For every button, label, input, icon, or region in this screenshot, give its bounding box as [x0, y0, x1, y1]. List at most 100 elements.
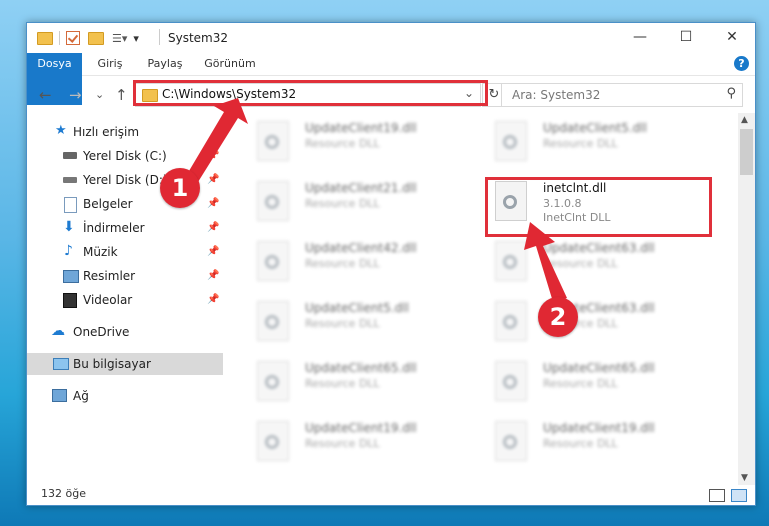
list-item[interactable]: UpdateClient42.dll Resource DLL [247, 237, 477, 289]
list-item[interactable]: UpdateClient65.dll Resource DLL [247, 357, 477, 409]
sidebar-item-label: Müzik [83, 245, 118, 259]
cloud-icon: ☁ [51, 323, 65, 339]
list-item[interactable]: UpdateClient5.dll Resource DLL [485, 117, 715, 169]
back-button[interactable]: ← [39, 86, 52, 104]
step-badge-1: 1 [160, 168, 200, 208]
sidebar-item-music[interactable]: ♪ Müzik 📌 [27, 241, 223, 263]
list-item[interactable]: UpdateClient63.dll Resource DLL [485, 297, 715, 349]
file-name: UpdateClient5.dll [305, 301, 409, 315]
divider [59, 31, 60, 45]
search-input[interactable]: Ara: System32 [512, 88, 600, 102]
pin-icon[interactable]: 📌 [207, 193, 219, 215]
file-name: UpdateClient65.dll [543, 361, 655, 375]
file-type: Resource DLL [305, 437, 380, 450]
sidebar-item-label: Videolar [83, 293, 133, 307]
sidebar-item-label: Yerel Disk (D:) [83, 173, 168, 187]
dll-file-icon [257, 421, 289, 461]
list-item[interactable]: UpdateClient65.dll Resource DLL [485, 357, 715, 409]
document-icon [64, 197, 77, 213]
search-icon[interactable]: ⚲ [726, 86, 736, 101]
pin-icon[interactable]: 📌 [207, 241, 219, 263]
file-type: Resource DLL [543, 437, 618, 450]
download-icon: ⬇ [63, 219, 75, 235]
dll-file-icon [257, 181, 289, 221]
list-item[interactable]: UpdateClient21.dll Resource DLL [247, 177, 477, 229]
vertical-scrollbar[interactable]: ▲ ▼ [738, 113, 755, 485]
file-name: UpdateClient63.dll [543, 241, 655, 255]
drive-icon [63, 177, 77, 183]
sidebar-item-label: Belgeler [83, 197, 133, 211]
quick-access-toolbar: ☰▾ ▾ [37, 29, 139, 47]
recent-locations-button[interactable]: ⌄ [95, 88, 104, 101]
dll-file-icon [257, 361, 289, 401]
title-bar: ☰▾ ▾ System32 — ☐ ✕ [27, 23, 755, 53]
maximize-button[interactable]: ☐ [663, 23, 709, 53]
tab-home[interactable]: Giriş [93, 53, 127, 75]
file-name: UpdateClient65.dll [305, 361, 417, 375]
new-folder-icon[interactable] [88, 31, 104, 45]
sidebar-item-this-pc[interactable]: Bu bilgisayar [27, 353, 223, 375]
pin-icon[interactable]: 📌 [207, 265, 219, 287]
dll-file-icon [257, 301, 289, 341]
sidebar-item-pictures[interactable]: Resimler 📌 [27, 265, 223, 287]
forward-button[interactable]: → [69, 86, 82, 104]
folder-icon[interactable] [37, 31, 53, 45]
sidebar-item-label: Ağ [73, 389, 89, 403]
view-list-icon[interactable]: ☰▾ [112, 32, 127, 45]
address-bar-highlight [133, 80, 488, 106]
tab-view[interactable]: Görünüm [203, 53, 257, 75]
minimize-button[interactable]: — [617, 23, 663, 53]
sidebar-item-network[interactable]: Ağ [27, 385, 223, 407]
dll-file-icon [257, 121, 289, 161]
scroll-down-icon[interactable]: ▼ [741, 473, 748, 483]
dll-file-icon [495, 361, 527, 401]
file-type: Resource DLL [305, 377, 380, 390]
step-badge-2: 2 [538, 297, 578, 337]
video-icon [63, 293, 77, 308]
up-button[interactable]: ↑ [115, 86, 128, 104]
list-item[interactable]: UpdateClient63.dll Resource DLL [485, 237, 715, 289]
close-button[interactable]: ✕ [709, 23, 755, 53]
scroll-up-icon[interactable]: ▲ [741, 115, 748, 125]
list-item[interactable]: UpdateClient19.dll Resource DLL [247, 117, 477, 169]
pin-icon[interactable]: 📌 [207, 145, 219, 167]
sidebar-item-label: Resimler [83, 269, 136, 283]
list-item[interactable]: UpdateClient19.dll Resource DLL [485, 417, 715, 469]
file-type: Resource DLL [543, 257, 618, 270]
file-name: UpdateClient42.dll [305, 241, 417, 255]
large-icons-view-icon[interactable] [731, 489, 747, 502]
file-type: Resource DLL [543, 377, 618, 390]
sidebar-item-downloads[interactable]: ⬇ İndirmeler 📌 [27, 217, 223, 239]
sidebar-item-label: OneDrive [73, 325, 130, 339]
properties-icon[interactable] [66, 31, 80, 45]
computer-icon [53, 358, 69, 370]
list-item[interactable]: UpdateClient5.dll Resource DLL [247, 297, 477, 349]
help-icon[interactable]: ? [734, 56, 749, 71]
details-view-icon[interactable] [709, 489, 725, 502]
file-name: UpdateClient19.dll [305, 421, 417, 435]
divider [159, 29, 160, 45]
pin-icon[interactable]: 📌 [207, 217, 219, 239]
pictures-icon [63, 270, 79, 283]
file-name: UpdateClient19.dll [305, 121, 417, 135]
pin-icon[interactable]: 📌 [207, 289, 219, 311]
pin-icon[interactable]: 📌 [207, 169, 219, 191]
sidebar-item-videos[interactable]: Videolar 📌 [27, 289, 223, 311]
sidebar-item-label: Bu bilgisayar [73, 357, 151, 371]
scrollbar-thumb[interactable] [740, 129, 753, 175]
search-box[interactable]: Ara: System32 ⚲ [501, 83, 743, 107]
file-list: UpdateClient19.dll Resource DLL UpdateCl… [233, 113, 737, 487]
file-type: Resource DLL [305, 197, 380, 210]
sidebar-item-label: İndirmeler [83, 221, 145, 235]
sidebar-item-onedrive[interactable]: ☁ OneDrive [27, 321, 223, 343]
sidebar-item-label: Hızlı erişim [73, 125, 140, 139]
customize-toolbar-icon[interactable]: ▾ [133, 32, 139, 45]
window-title: System32 [168, 31, 229, 45]
file-name: UpdateClient19.dll [543, 421, 655, 435]
sidebar-item-quick-access[interactable]: ★ Hızlı erişim [27, 121, 223, 143]
tab-share[interactable]: Paylaş [145, 53, 185, 75]
list-item[interactable]: UpdateClient19.dll Resource DLL [247, 417, 477, 469]
sidebar-item-local-disk-c[interactable]: Yerel Disk (C:) 📌 [27, 145, 223, 167]
file-highlight [485, 177, 712, 237]
music-icon: ♪ [64, 243, 73, 259]
